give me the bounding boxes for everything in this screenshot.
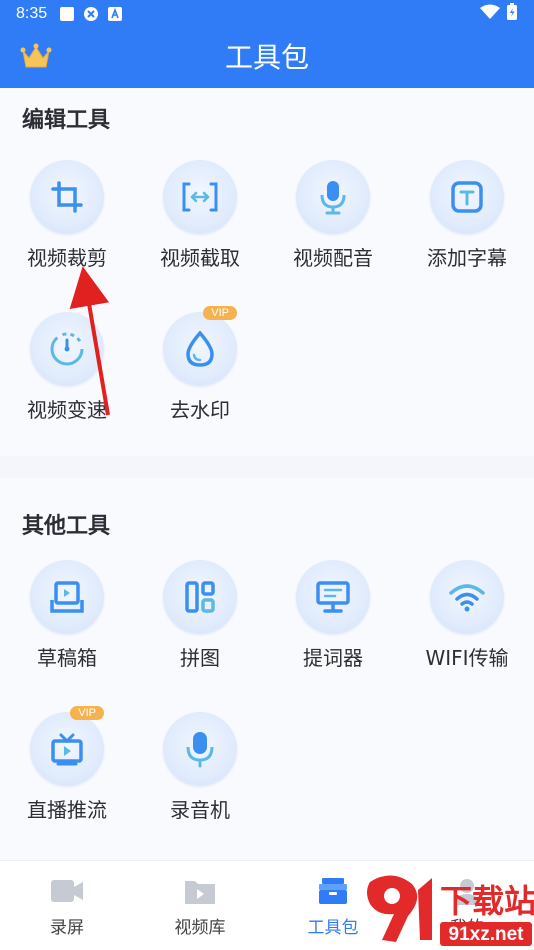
tab-record-screen[interactable]: 录屏	[0, 875, 134, 938]
crop-icon	[51, 181, 83, 213]
text-icon	[451, 181, 483, 213]
tool-icon-circle	[430, 560, 504, 634]
tool-icon-circle	[30, 560, 104, 634]
tool-icon-circle	[296, 560, 370, 634]
watermark-logo-icon	[367, 875, 418, 942]
tool-add-subtitle[interactable]: 添加字幕	[400, 160, 534, 271]
tool-collage[interactable]: 拼图	[133, 560, 267, 671]
wifi-status-icon	[480, 4, 500, 25]
video-library-icon	[182, 875, 218, 907]
camera-icon	[49, 875, 85, 907]
tool-label: 提词器	[303, 646, 363, 670]
other-tools-section: 其他工具 草稿箱 拼图 提词器 WIFI传输 VIP 直播推流 录音机	[0, 478, 534, 860]
section-title: 编辑工具	[22, 108, 111, 133]
tool-label: 去水印	[170, 398, 230, 422]
vip-badge: VIP	[70, 706, 104, 720]
tool-wifi-transfer[interactable]: WIFI传输	[400, 560, 534, 671]
tool-drafts[interactable]: 草稿箱	[0, 560, 134, 671]
tool-icon-circle	[30, 160, 104, 234]
site-watermark: 下载站 91xz.net	[362, 870, 534, 950]
tool-icon-circle	[30, 312, 104, 386]
tool-teleprompter[interactable]: 提词器	[266, 560, 400, 671]
microphone-icon	[320, 181, 346, 215]
page-title: 工具包	[224, 41, 309, 74]
drafts-icon	[50, 581, 84, 613]
tool-icon-circle: VIP	[30, 706, 104, 786]
app-bar: 工具包	[0, 28, 534, 88]
status-bar: 8:35	[0, 0, 534, 28]
tool-label: 录音机	[170, 798, 230, 822]
tool-label: 视频配音	[293, 246, 373, 270]
status-time: 8:35	[16, 5, 48, 22]
tool-voice-recorder[interactable]: 录音机	[133, 712, 267, 823]
toolbox-icon	[315, 875, 351, 907]
tab-video-library[interactable]: 视频库	[133, 875, 267, 938]
tool-label: WIFI传输	[425, 646, 509, 670]
tool-video-trim[interactable]: 视频截取	[133, 160, 267, 271]
tool-live-stream[interactable]: VIP 直播推流	[0, 706, 134, 823]
wifi-icon	[449, 584, 485, 612]
tool-icon-circle	[163, 712, 237, 786]
notification-a-icon	[107, 6, 123, 22]
tab-label: 录屏	[50, 918, 84, 938]
watermark-text: 下载站	[440, 882, 534, 920]
tab-label: 视频库	[174, 918, 226, 938]
tool-label: 添加字幕	[427, 246, 507, 270]
teleprompter-icon	[316, 581, 350, 613]
tool-icon-circle	[163, 560, 237, 634]
edit-tools-section: 编辑工具 视频裁剪 视频截取 视频配音 添加字幕 视频变速 VIP 去水印	[0, 88, 534, 456]
tool-label: 直播推流	[27, 798, 107, 822]
tool-remove-watermark[interactable]: VIP 去水印	[133, 306, 267, 423]
tool-label: 草稿箱	[37, 646, 97, 670]
watermark-site: 91xz.net	[449, 924, 525, 945]
speed-icon	[50, 332, 84, 366]
tool-label: 视频截取	[160, 246, 240, 270]
notification-app-icon	[83, 6, 99, 22]
recorder-mic-icon	[186, 732, 214, 768]
tool-icon-circle	[430, 160, 504, 234]
tool-video-dub[interactable]: 视频配音	[266, 160, 400, 271]
tool-video-crop[interactable]: 视频裁剪	[0, 160, 134, 271]
tool-label: 视频裁剪	[27, 246, 107, 270]
vip-badge: VIP	[203, 306, 237, 320]
battery-icon	[506, 2, 518, 26]
tool-icon-circle	[163, 160, 237, 234]
collage-icon	[185, 581, 215, 613]
water-drop-icon	[186, 331, 214, 367]
tool-label: 拼图	[180, 646, 220, 670]
tv-icon	[51, 733, 83, 766]
tool-label: 视频变速	[27, 398, 107, 422]
tool-video-speed[interactable]: 视频变速	[0, 312, 134, 423]
tool-icon-circle: VIP	[163, 306, 237, 386]
trim-icon	[182, 182, 218, 212]
tool-icon-circle	[296, 160, 370, 234]
section-title: 其他工具	[22, 514, 111, 539]
notification-square-icon	[59, 6, 75, 22]
